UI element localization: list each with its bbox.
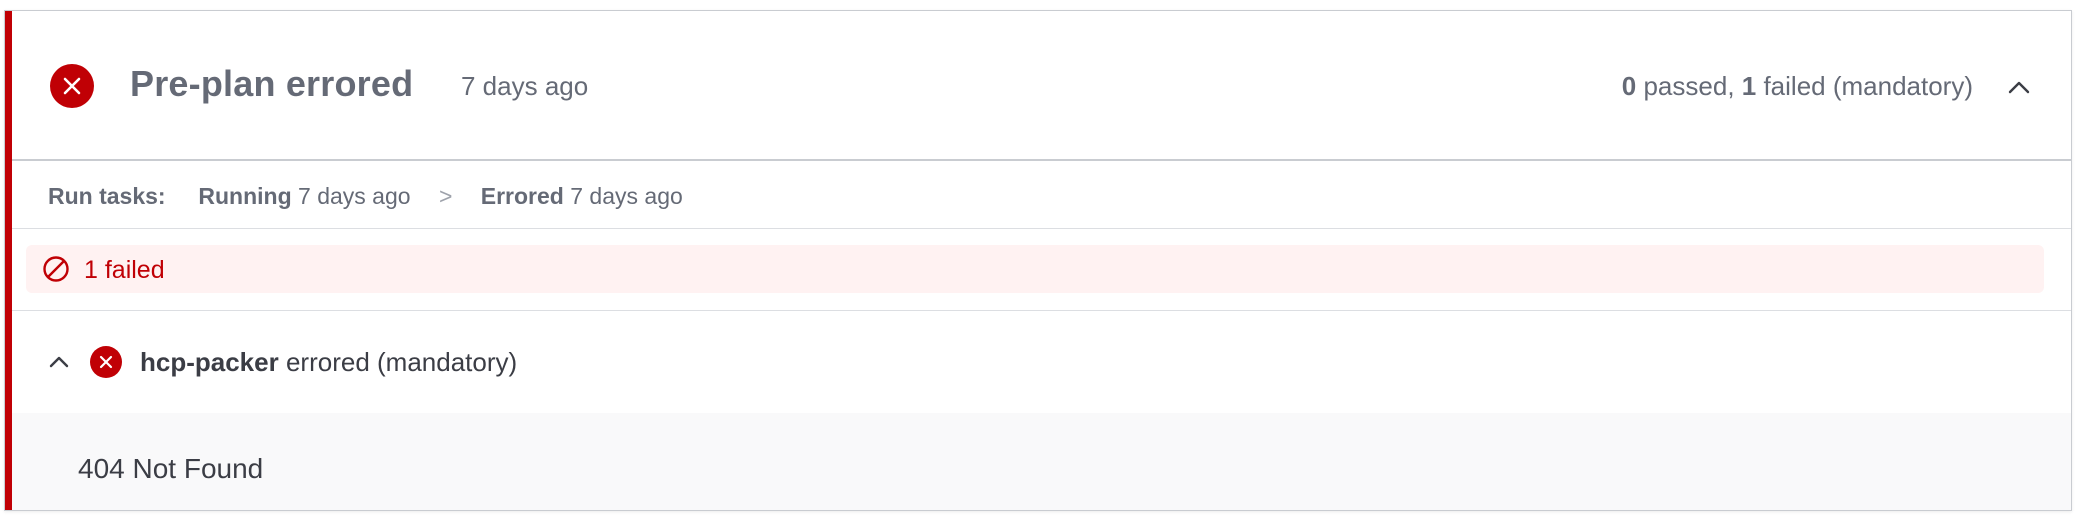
stage-title: Pre-plan errored [130,63,414,104]
prohibited-icon [43,256,69,282]
failed-count: 1 [1741,71,1757,101]
stage-time: 7 days ago [461,71,589,101]
step-running-time: 7 days ago [298,183,411,209]
task-stage-card: Pre-plan errored 7 days ago 0 passed, 1 … [4,10,2072,511]
passed-count: 0 [1621,71,1637,101]
failed-count-text: 1 failed [84,256,165,284]
collapse-stage-button[interactable] [2005,73,2033,101]
stage-header[interactable]: Pre-plan errored 7 days ago 0 passed, 1 … [12,11,2071,161]
task-status: errored (mandatory) [278,347,518,377]
task-title: hcp-packer errored (mandatory) [140,347,517,378]
error-accent-bar [5,11,12,510]
task-output-panel: 404 Not Found [12,413,2071,510]
run-tasks-timeline: Run tasks: Running 7 days ago > Errored … [12,161,2071,229]
step-errored-time: 7 days ago [570,183,683,209]
step-errored-state: Errored [480,183,564,209]
stage-summary: 0 passed, 1 failed (mandatory) [1622,71,1973,102]
run-tasks-label: Run tasks: [48,183,166,209]
error-circle-icon [90,346,122,378]
task-name: hcp-packer [140,347,279,377]
failed-label: failed (mandatory) [1756,71,1973,101]
chevron-up-icon [2008,81,2030,94]
timeline-separator: > [438,183,453,209]
error-circle-icon [50,64,94,108]
task-output-text: 404 Not Found [78,453,264,484]
chevron-up-icon [49,356,69,368]
passed-label: passed, [1636,71,1742,101]
task-row-hcp-packer[interactable]: hcp-packer errored (mandatory) [12,311,2071,413]
failed-count-banner: 1 failed [26,245,2044,293]
task-expand-toggle[interactable] [46,349,72,375]
step-running-state: Running [198,183,292,209]
